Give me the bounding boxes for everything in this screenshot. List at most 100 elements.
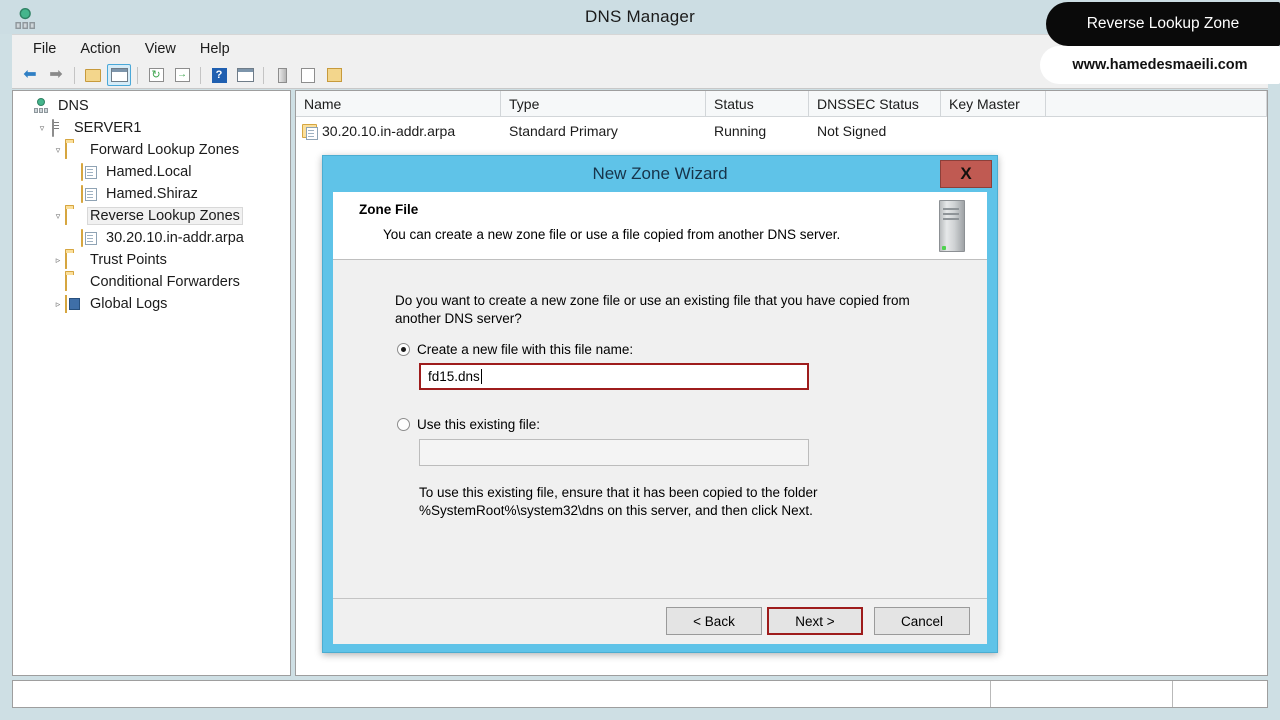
tree-item-trust-points[interactable]: ▹ Trust Points (13, 249, 290, 271)
chevron-down-icon[interactable]: ▿ (35, 121, 49, 135)
dialog-header-subtitle: You can create a new zone file or use a … (383, 227, 841, 242)
existing-file-note: To use this existing file, ensure that i… (419, 485, 818, 518)
column-header-status[interactable]: Status (706, 91, 809, 117)
menu-item-help[interactable]: Help (189, 39, 241, 59)
back-button[interactable]: ⬅ (18, 64, 42, 86)
column-header-key-master[interactable]: Key Master (941, 91, 1046, 117)
watermark-site: www.hamedesmaeili.com (1040, 46, 1280, 84)
forward-button[interactable]: ➡ (44, 64, 68, 86)
dialog-header-title: Zone File (359, 202, 419, 217)
tree-item-reverse-lookup-zones[interactable]: ▿ Reverse Lookup Zones (13, 205, 290, 227)
tree-item-forward-lookup-zones[interactable]: ▿ Forward Lookup Zones (13, 139, 290, 161)
cancel-button[interactable]: Cancel (874, 607, 970, 635)
refresh-icon: ↻ (148, 68, 164, 82)
export-list-button[interactable]: → (170, 64, 194, 86)
zone-icon (81, 185, 93, 203)
column-header-dnssec-status[interactable]: DNSSEC Status (809, 91, 941, 117)
status-bar (12, 680, 1268, 708)
right-arrow-icon: ➡ (49, 66, 63, 83)
new-server-button[interactable] (270, 64, 294, 86)
action-pane-icon (236, 68, 254, 82)
back-button[interactable]: < Back (666, 607, 762, 635)
dialog-title: New Zone Wizard (592, 164, 728, 183)
watermark-banner: Reverse Lookup Zone (1046, 2, 1280, 46)
tree-item-label: Hamed.Local (106, 164, 192, 180)
dialog-question: Do you want to create a new zone file or… (395, 293, 910, 326)
tree-item-server1[interactable]: ▿ SERVER1 (13, 117, 290, 139)
dialog-footer: < Back Next > Cancel (333, 598, 987, 644)
new-file-name-input[interactable]: fd15.dns (419, 363, 809, 390)
column-header-filler (1046, 91, 1267, 117)
radio-create-new-file-label: Create a new file with this file name: (417, 342, 634, 357)
radio-use-existing-file[interactable]: Use this existing file: (397, 417, 540, 432)
list-view-header: Name Type Status DNSSEC Status Key Master (296, 91, 1267, 117)
tree-item-dns[interactable]: DNS (13, 95, 290, 117)
toolbar-separator (137, 66, 138, 84)
new-zone-icon (326, 68, 342, 82)
cell-key-master (941, 117, 1046, 144)
chevron-right-icon[interactable]: ▹ (51, 253, 65, 267)
chevron-down-icon[interactable]: ▿ (51, 209, 65, 223)
folder-icon (65, 141, 67, 159)
show-hide-action-pane-button[interactable] (233, 64, 257, 86)
log-folder-icon (65, 295, 67, 313)
tree-item-global-logs[interactable]: ▹ Global Logs (13, 293, 290, 315)
export-list-icon: → (174, 68, 190, 82)
console-tree: DNS ▿ SERVER1 ▿ Forward Lookup Zones Hamed.Lo… (13, 91, 290, 315)
toolbar-separator (200, 66, 201, 84)
properties-button[interactable] (296, 64, 320, 86)
folder-icon (65, 207, 67, 225)
zone-icon (302, 124, 318, 140)
new-zone-wizard-dialog: New Zone Wizard X Zone File You can crea… (322, 155, 998, 653)
cell-type: Standard Primary (509, 122, 618, 139)
tree-item-hamed-local[interactable]: Hamed.Local (13, 161, 290, 183)
radio-create-new-file[interactable]: Create a new file with this file name: (397, 342, 633, 357)
radio-button-empty-icon (397, 418, 410, 431)
left-arrow-icon: ⬅ (23, 66, 37, 83)
help-button[interactable]: ? (207, 64, 231, 86)
question-mark-icon: ? (211, 67, 227, 83)
new-zone-button[interactable] (322, 64, 346, 86)
radio-use-existing-file-label: Use this existing file: (417, 417, 541, 432)
next-button[interactable]: Next > (767, 607, 863, 635)
new-file-name-value: fd15.dns (428, 369, 480, 384)
tree-item-30-20-10-in-addr-arpa[interactable]: 30.20.10.in-addr.arpa (13, 227, 290, 249)
table-row[interactable]: 30.20.10.in-addr.arpa Standard Primary Run… (296, 117, 1267, 144)
dns-manager-window: DNS Manager File Action View Help ⬅ ➡ ↻ … (0, 0, 1280, 720)
tree-item-label: Global Logs (90, 296, 168, 312)
tree-item-hamed-shiraz[interactable]: Hamed.Shiraz (13, 183, 290, 205)
tree-item-label: Forward Lookup Zones (90, 142, 240, 158)
folder-icon (65, 251, 67, 269)
up-one-level-button[interactable] (81, 64, 105, 86)
status-bar-segment-1 (990, 681, 1172, 707)
menu-item-file[interactable]: File (22, 39, 67, 59)
chevron-right-icon[interactable]: ▹ (51, 297, 65, 311)
watermark-banner-text: Reverse Lookup Zone (1086, 15, 1240, 32)
server-icon (277, 67, 287, 83)
tree-item-label: 30.20.10.in-addr.arpa (106, 230, 244, 246)
tree-item-conditional-forwarders[interactable]: Conditional Forwarders (13, 271, 290, 293)
console-tree-pane[interactable]: DNS ▿ SERVER1 ▿ Forward Lookup Zones Hamed.Lo… (12, 90, 291, 676)
column-header-name[interactable]: Name (296, 91, 501, 117)
menu-item-action[interactable]: Action (69, 39, 131, 59)
tree-item-label: Reverse Lookup Zones (87, 207, 243, 225)
refresh-button[interactable]: ↻ (144, 64, 168, 86)
cell-status: Running (714, 122, 767, 139)
existing-file-name-input[interactable] (419, 439, 809, 466)
list-view-body: 30.20.10.in-addr.arpa Standard Primary Run… (296, 117, 1267, 144)
show-hide-console-tree-button[interactable] (107, 64, 131, 86)
tree-item-label: Trust Points (90, 252, 167, 268)
radio-button-filled-icon (397, 343, 410, 356)
menu-item-view[interactable]: View (134, 39, 187, 59)
close-icon[interactable]: X (940, 160, 992, 188)
chevron-down-icon[interactable]: ▿ (51, 143, 65, 157)
folder-icon (65, 273, 67, 291)
column-header-type[interactable]: Type (501, 91, 706, 117)
status-bar-segment-2 (1172, 681, 1267, 707)
zone-icon (81, 229, 93, 247)
